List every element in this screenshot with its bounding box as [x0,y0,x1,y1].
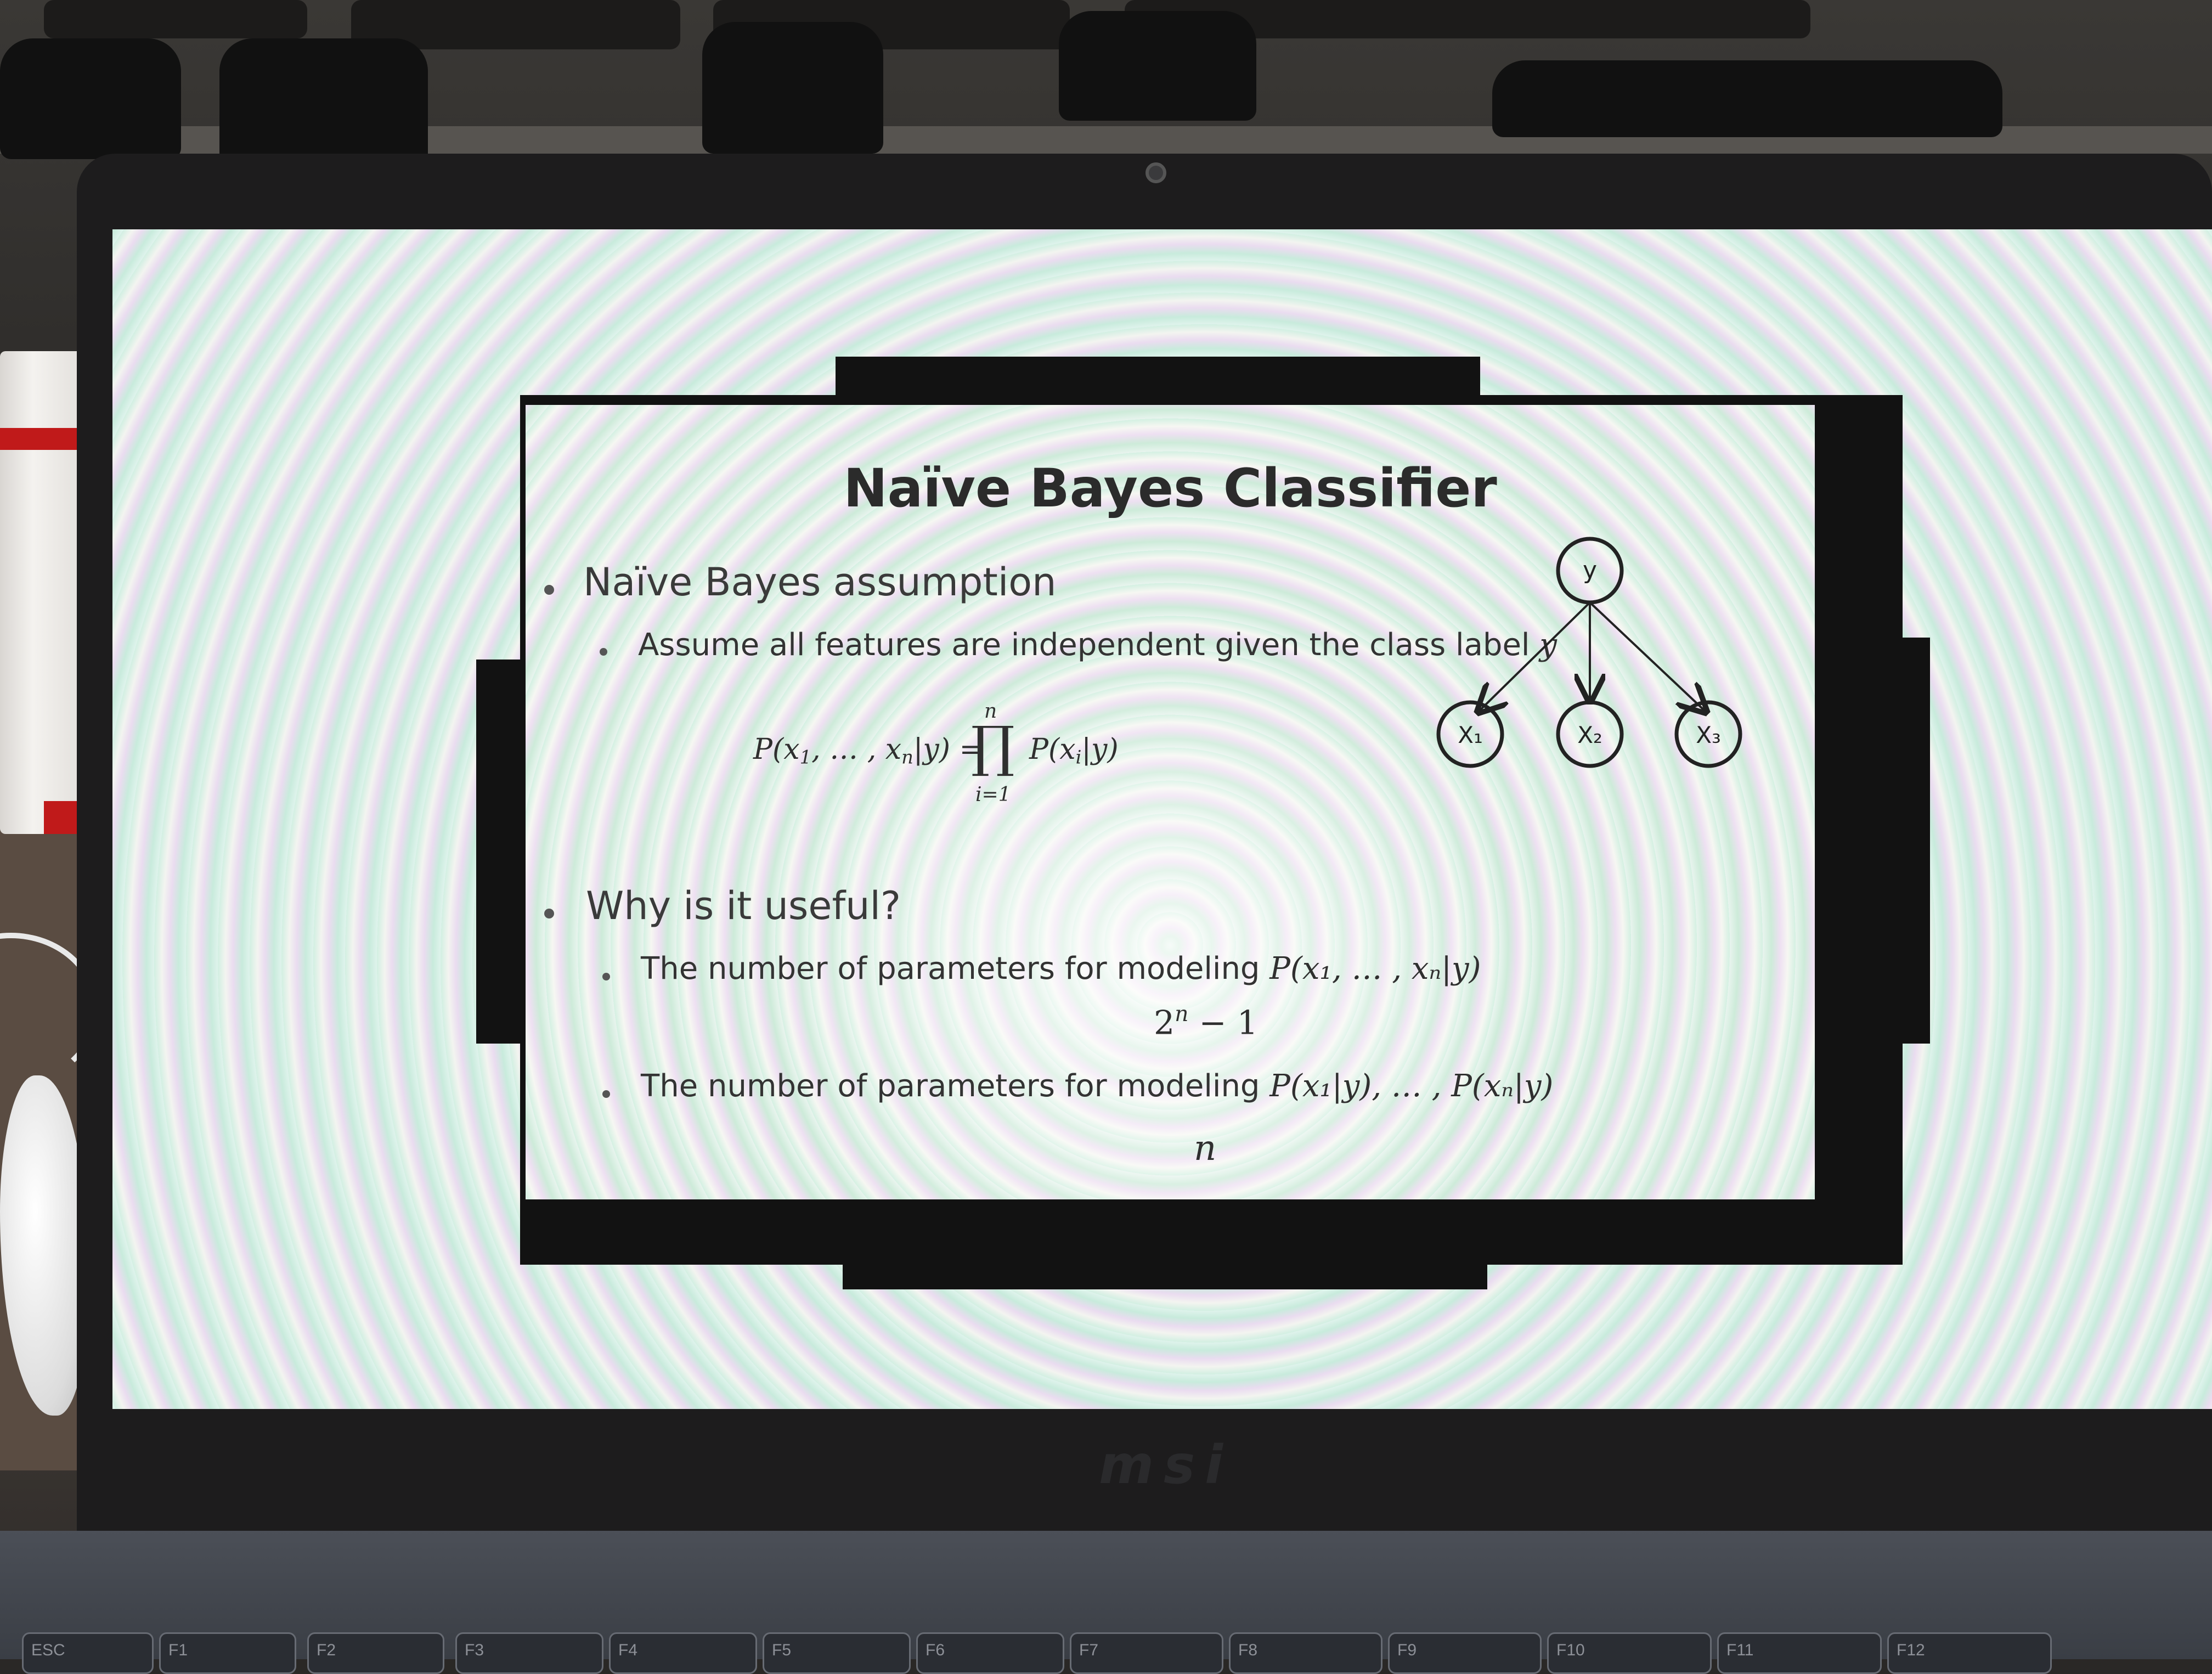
bullet-params-naive: The number of parameters for modeling P(… [641,1068,1553,1104]
bullet-dot [544,909,554,918]
paper-cup [0,351,82,834]
key-f12[interactable]: F12 [1887,1632,2052,1674]
key-f7[interactable]: F7 [1070,1632,1223,1674]
edge-y-x3 [1589,601,1705,711]
formula-sub: n [901,746,913,768]
msi-logo: msi [1098,1434,1233,1496]
bullet-dot [602,1090,610,1098]
bayes-network-diagram: y X₁ X₂ X₃ [1436,537,1742,768]
key-f8[interactable]: F8 [1229,1632,1383,1674]
formula-sub: i [1075,746,1082,768]
bullet-assume-independent-text: Assume all features are independent give… [638,627,1530,663]
slide: Naïve Bayes Classifier Naïve Bayes assum… [526,405,1815,1199]
formula-rhs: P(x [1029,733,1076,766]
product-lower-limit: i=1 [975,784,1011,806]
node-x3-label: X₃ [1696,722,1721,748]
bullet-params-naive-text: The number of parameters for modeling [641,1068,1260,1104]
naive-bayes-formula: P(x1, … , xn|y) = [753,733,983,768]
bullet-why-useful: Why is it useful? [586,883,901,928]
formula-lhs-mid: , … , x [811,733,902,766]
background-monitor [44,0,307,38]
frame-right-tab [1875,638,1930,1044]
key-f4[interactable]: F4 [609,1632,757,1674]
node-x1-label: X₁ [1458,722,1483,748]
product-symbol: ∏ [971,714,1015,779]
background-chair [1059,11,1256,121]
node-x2-label: X₂ [1577,722,1602,748]
slide-title: Naïve Bayes Classifier [843,458,1497,519]
bullet-params-joint: The number of parameters for modeling P(… [641,951,1481,987]
formula-sub: 1 [799,746,812,768]
bullet-naive-assumption: Naïve Bayes assumption [583,560,1057,605]
key-f3[interactable]: F3 [455,1632,603,1674]
key-f10[interactable]: F10 [1547,1632,1712,1674]
bullet-assume-independent: Assume all features are independent give… [638,627,1557,663]
key-f9[interactable]: F9 [1388,1632,1542,1674]
key-f5[interactable]: F5 [763,1632,911,1674]
background-chair [702,22,883,154]
key-f2[interactable]: F2 [307,1632,444,1674]
bullet-dot [544,585,554,595]
key-esc[interactable]: ESC [22,1632,154,1674]
formula-rhs-end: |y) [1081,733,1119,766]
key-f1[interactable]: F1 [159,1632,296,1674]
joint-count-rest: − 1 [1188,1004,1258,1042]
key-f6[interactable]: F6 [916,1632,1064,1674]
bullet-dot [602,973,610,980]
webcam-icon [1146,162,1166,183]
joint-count-base: 2 [1154,1004,1175,1042]
cup-stripe [0,428,82,450]
background-chair [0,38,181,159]
joint-param-count: 2n − 1 [1154,1002,1258,1042]
node-y-label: y [1583,556,1597,584]
joint-distribution-math: P(x₁, … , xₙ|y) [1269,951,1481,987]
naive-param-count: n [1194,1128,1217,1169]
formula-lhs: P(x [753,733,800,766]
background-chair [1492,60,2002,137]
key-f11[interactable]: F11 [1717,1632,1882,1674]
formula-rhs-group: P(xi|y) [1029,733,1119,768]
joint-count-exp: n [1175,1002,1189,1027]
bullet-params-joint-text: The number of parameters for modeling [641,951,1260,987]
naive-distribution-math: P(x₁|y), … , P(xₙ|y) [1269,1068,1554,1104]
edge-y-x1 [1479,601,1591,711]
frame-bottom-tab [843,1224,1487,1289]
bullet-dot [600,648,607,656]
